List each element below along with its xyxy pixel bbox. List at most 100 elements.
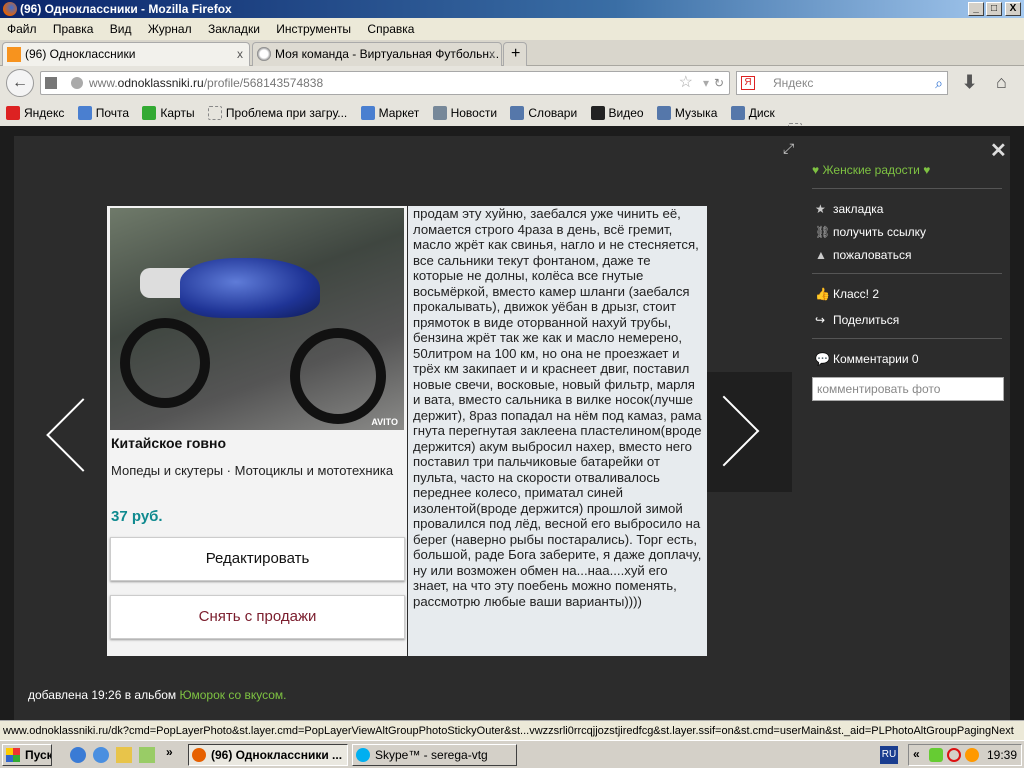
history-dropdown-icon[interactable]: ▾ (703, 72, 709, 94)
search-magnifier-icon[interactable]: ⌕ (935, 72, 943, 94)
bookmark-maps[interactable]: Карты (142, 100, 195, 126)
windows-logo-icon (6, 748, 20, 762)
action-label: Поделиться (833, 313, 900, 327)
quicklaunch-chevron[interactable]: » (166, 745, 173, 759)
bookmark-action[interactable]: ★ закладка (815, 202, 883, 216)
fullscreen-icon[interactable]: ⤢ (783, 140, 794, 157)
avito-watermark: AVITO (371, 417, 398, 427)
motorcycle-photo: AVITO (110, 208, 404, 430)
bookmark-label: Новости (450, 106, 498, 120)
close-overlay-button[interactable]: ✕ (990, 138, 1007, 163)
maximize-button[interactable]: □ (986, 2, 1002, 16)
bookmark-dictionaries[interactable]: Словари (510, 100, 577, 126)
tray-chevron[interactable]: « (913, 747, 920, 761)
previous-photo-button[interactable] (45, 395, 120, 475)
url-path: /profile/568143574838 (203, 76, 324, 90)
bookmark-label: Музыка (674, 106, 718, 120)
tab-close-button[interactable]: x (237, 43, 243, 65)
edit-button[interactable]: Редактировать (110, 537, 405, 581)
tab-football[interactable]: Моя команда - Виртуальная Футбольн... x (252, 42, 502, 66)
search-placeholder: Яндекс (773, 76, 814, 90)
album-link[interactable]: Юморок со вкусом. (180, 688, 287, 702)
home-icon[interactable]: ⌂ (996, 72, 1007, 93)
menu-bar: Файл Правка Вид Журнал Закладки Инструме… (0, 18, 1024, 40)
new-tab-button[interactable]: + (503, 42, 527, 66)
bookmark-mail[interactable]: Почта (77, 100, 130, 126)
menu-help[interactable]: Справка (367, 22, 414, 36)
folder-icon[interactable] (116, 747, 132, 763)
bookmark-label: Маркет (378, 106, 420, 120)
tab-strip: (96) Одноклассники x Моя команда - Вирту… (0, 40, 1024, 66)
url-host: www. (89, 76, 118, 90)
app-icon[interactable] (139, 747, 155, 763)
ok-tray-icon[interactable] (965, 748, 979, 762)
system-tray: « 19:39 (908, 744, 1022, 766)
tab-odnoklassniki[interactable]: (96) Одноклассники x (2, 42, 250, 66)
identity-icon (45, 77, 57, 89)
bookmark-news[interactable]: Новости (432, 100, 498, 126)
bookmark-disk[interactable]: Диск (730, 100, 775, 126)
menu-view[interactable]: Вид (110, 22, 132, 36)
reload-icon[interactable]: ↻ (714, 72, 724, 94)
bookmark-video[interactable]: Видео (590, 100, 644, 126)
bookmark-label: Карты (160, 106, 195, 120)
star-icon: ★ (815, 202, 826, 216)
globe-icon (71, 77, 83, 89)
ie-icon[interactable] (70, 747, 86, 763)
menu-file[interactable]: Файл (7, 22, 37, 36)
language-indicator[interactable]: RU (880, 746, 898, 764)
ad-price: 37 руб. (111, 508, 163, 525)
tab-close-button[interactable]: x (489, 43, 495, 65)
menu-tools[interactable]: Инструменты (276, 22, 351, 36)
bookmark-market[interactable]: Маркет (360, 100, 420, 126)
minimize-button[interactable]: _ (968, 2, 984, 16)
wheel-graphic (290, 328, 386, 424)
search-box[interactable]: Я Яндекс ⌕ (736, 71, 948, 95)
bookmark-star-icon[interactable]: ☆ (679, 72, 693, 94)
opera-icon[interactable] (947, 748, 961, 762)
ad-description: продам эту хуйню, заебался уже чинить её… (408, 206, 707, 656)
ad-title: Китайское говно (111, 435, 227, 451)
menu-history[interactable]: Журнал (148, 22, 192, 36)
firefox-icon (3, 2, 17, 16)
ok-favicon-icon (7, 47, 21, 62)
added-info: добавлена 19:26 в альбом Юморок со вкусо… (28, 688, 287, 702)
skype-icon (356, 748, 370, 762)
speech-bubble-icon: 💬 (815, 352, 830, 366)
bookmark-yandex[interactable]: Яндекс (6, 100, 64, 126)
next-photo-button[interactable] (688, 372, 792, 492)
back-button[interactable]: ← (6, 69, 34, 97)
menu-bookmarks[interactable]: Закладки (208, 22, 260, 36)
start-label: Пуск (25, 748, 52, 762)
yandex-icon[interactable]: Я (741, 76, 755, 90)
close-window-button[interactable]: X (1005, 2, 1021, 16)
window-titlebar: (96) Одноклассники - Mozilla Firefox _ □… (0, 0, 1024, 18)
tray-app-icon[interactable] (929, 748, 943, 762)
bookmark-label: Проблема при загру... (225, 106, 348, 120)
remove-from-sale-button[interactable]: Снять с продажи (110, 595, 405, 639)
clock: 19:39 (987, 748, 1018, 762)
group-link[interactable]: ♥ Женские радости ♥ (812, 163, 930, 177)
tab-label: Моя команда - Виртуальная Футбольн... (275, 47, 500, 61)
comment-input[interactable]: комментировать фото (812, 377, 1004, 401)
taskbar-skype[interactable]: Skype™ - serega-vtg (352, 744, 517, 766)
divider (812, 273, 1002, 274)
downloads-icon[interactable]: ⬇ (962, 72, 977, 93)
bookmark-label: Почта (95, 106, 130, 120)
like-action[interactable]: 👍 Класс! 2 (815, 287, 879, 301)
bookmark-problem[interactable]: Проблема при загру... (207, 100, 348, 126)
taskbar-firefox[interactable]: (96) Одноклассники ... (188, 744, 348, 766)
share-action[interactable]: ↪ Поделиться (815, 313, 899, 327)
start-button[interactable]: Пуск (2, 744, 52, 766)
get-link-action[interactable]: ⛓ получить ссылку (815, 225, 926, 239)
thumbs-up-icon: 👍 (815, 287, 830, 301)
bookmark-label: Словари (528, 106, 578, 120)
menu-edit[interactable]: Правка (53, 22, 94, 36)
report-action[interactable]: ▲ пожаловаться (815, 248, 911, 262)
browser-icon[interactable] (93, 747, 109, 763)
comments-count[interactable]: 💬 Комментарии 0 (815, 352, 919, 366)
bookmark-music[interactable]: Музыка (656, 100, 718, 126)
added-text: добавлена 19:26 в альбом (28, 688, 180, 702)
url-bar[interactable]: www.odnoklassniki.ru/profile/56814357483… (40, 71, 730, 95)
status-bar: www.odnoklassniki.ru/dk?cmd=PopLayerPhot… (0, 720, 1024, 740)
